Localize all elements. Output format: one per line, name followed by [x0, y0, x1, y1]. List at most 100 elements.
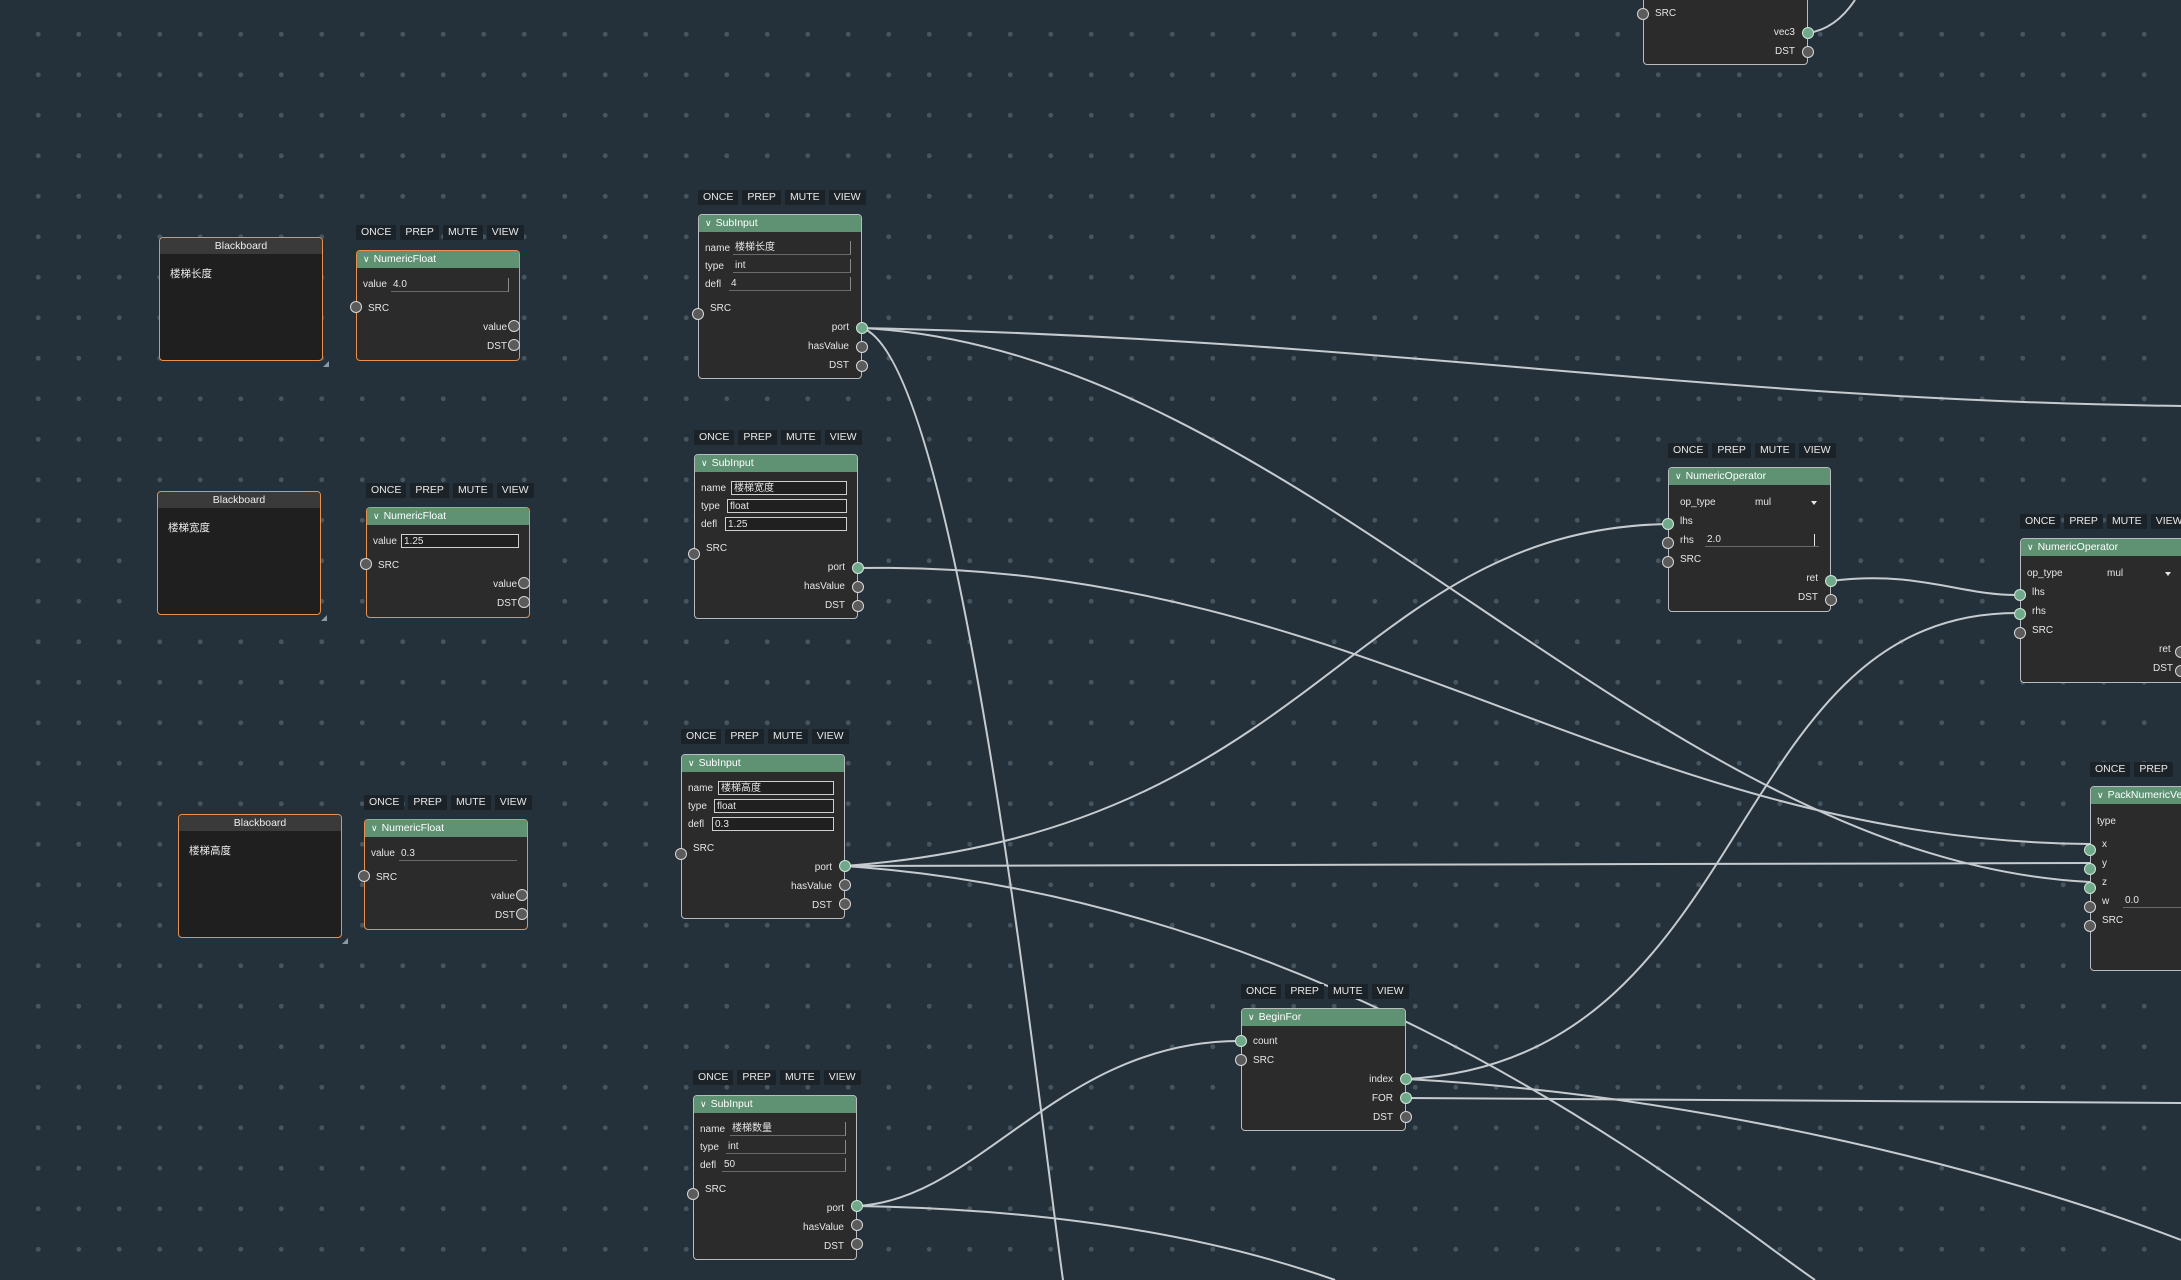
prep-button[interactable]: PREP — [1712, 443, 1751, 458]
node-body[interactable]: ∨ NumericOperator op_type mul lhs rhs SRC… — [2020, 538, 2181, 683]
name-input[interactable]: 楼梯长度 — [733, 241, 851, 255]
type-input[interactable]: float — [714, 799, 834, 813]
numeric-float-node-2[interactable]: ONCE PREP MUTE VIEW ∨ NumericFloat value … — [360, 483, 534, 623]
chevron-down-icon[interactable]: ∨ — [700, 1096, 707, 1113]
rhs-socket[interactable] — [1662, 537, 1674, 549]
view-button[interactable]: VIEW — [486, 225, 524, 240]
node-header[interactable]: ∨ SubInput — [682, 755, 844, 772]
type-input[interactable]: int — [726, 1140, 846, 1154]
dst-socket[interactable] — [2175, 665, 2181, 677]
dst-socket[interactable] — [851, 1238, 863, 1250]
port-socket[interactable] — [852, 562, 864, 574]
prep-button[interactable]: PREP — [1285, 984, 1324, 999]
chevron-down-icon[interactable]: ∨ — [1675, 468, 1682, 485]
src-socket[interactable] — [358, 870, 370, 882]
has-value-socket[interactable] — [852, 581, 864, 593]
has-value-socket[interactable] — [851, 1219, 863, 1231]
defl-input[interactable]: 0.3 — [712, 817, 834, 831]
prep-button[interactable]: PREP — [410, 483, 449, 498]
chevron-down-icon[interactable]: ∨ — [2097, 787, 2104, 804]
prep-button[interactable]: PREP — [725, 729, 764, 744]
node-header[interactable]: ∨ NumericOperator — [1669, 468, 1830, 485]
mute-button[interactable]: MUTE — [442, 225, 483, 240]
view-button[interactable]: VIEW — [494, 795, 532, 810]
prep-button[interactable]: PREP — [737, 1070, 776, 1085]
once-button[interactable]: ONCE — [1668, 443, 1709, 458]
z-socket[interactable] — [2084, 882, 2096, 894]
view-button[interactable]: VIEW — [811, 729, 849, 744]
has-value-socket[interactable] — [856, 341, 868, 353]
rhs-socket[interactable] — [2014, 608, 2026, 620]
count-socket[interactable] — [1235, 1035, 1247, 1047]
once-button[interactable]: ONCE — [698, 190, 739, 205]
mute-button[interactable]: MUTE — [779, 1070, 820, 1085]
defl-input[interactable]: 4 — [729, 277, 851, 291]
node-body[interactable]: ∨ NumericFloat value 1.25 SRC value DST — [366, 507, 530, 618]
chevron-down-icon[interactable]: ∨ — [688, 755, 695, 772]
view-button[interactable]: VIEW — [2150, 514, 2181, 529]
node-header[interactable]: ∨ SubInput — [695, 455, 857, 472]
node-header[interactable]: ∨ PackNumericVec — [2091, 787, 2181, 804]
mute-button[interactable]: MUTE — [452, 483, 493, 498]
port-socket[interactable] — [856, 322, 868, 334]
type-input[interactable]: float — [727, 499, 847, 513]
sub-input-node-3[interactable]: ONCE PREP MUTE VIEW ∨ SubInput name 楼梯高度 … — [675, 729, 851, 919]
mute-button[interactable]: MUTE — [1754, 443, 1795, 458]
once-button[interactable]: ONCE — [2090, 762, 2131, 777]
once-button[interactable]: ONCE — [681, 729, 722, 744]
index-socket[interactable] — [1400, 1073, 1412, 1085]
prep-button[interactable]: PREP — [2064, 514, 2103, 529]
for-socket[interactable] — [1400, 1092, 1412, 1104]
src-socket[interactable] — [1662, 556, 1674, 568]
once-button[interactable]: ONCE — [694, 430, 735, 445]
rhs-input[interactable]: 2.0 — [1705, 533, 1819, 547]
begin-for-node[interactable]: ONCE PREP MUTE VIEW ∨ BeginFor count SRC … — [1235, 984, 1412, 1134]
node-body[interactable]: SRC vec3 DST — [1643, 0, 1808, 65]
prep-button[interactable]: PREP — [742, 190, 781, 205]
chevron-down-icon[interactable]: ∨ — [705, 215, 712, 232]
resize-handle-icon[interactable] — [342, 938, 348, 944]
view-button[interactable]: VIEW — [828, 190, 866, 205]
dst-socket[interactable] — [1825, 594, 1837, 606]
node-header[interactable]: ∨ BeginFor — [1242, 1009, 1405, 1026]
src-socket[interactable] — [687, 1188, 699, 1200]
node-body[interactable]: ∨ NumericFloat value 0.3 SRC value DST — [364, 819, 528, 930]
dst-socket[interactable] — [516, 908, 528, 920]
chevron-down-icon[interactable]: ∨ — [373, 508, 380, 525]
w-socket[interactable] — [2084, 901, 2096, 913]
node-header[interactable]: ∨ NumericFloat — [367, 508, 529, 525]
src-socket[interactable] — [360, 558, 372, 570]
blackboard-2[interactable]: Blackboard 楼梯宽度 — [157, 491, 327, 621]
resize-handle-icon[interactable] — [323, 361, 329, 367]
has-value-socket[interactable] — [839, 879, 851, 891]
numeric-operator-node-2[interactable]: ONCE PREP MUTE VIEW ∨ NumericOperator op_… — [2014, 514, 2181, 686]
dst-socket[interactable] — [839, 898, 851, 910]
node-body[interactable]: ∨ BeginFor count SRC index FOR DST — [1241, 1008, 1406, 1131]
mute-button[interactable]: MUTE — [780, 430, 821, 445]
y-socket[interactable] — [2084, 863, 2096, 875]
lhs-socket[interactable] — [2014, 589, 2026, 601]
prep-button[interactable]: PREP — [408, 795, 447, 810]
once-button[interactable]: ONCE — [2020, 514, 2061, 529]
dropdown-arrow-icon[interactable] — [2165, 572, 2171, 576]
src-socket[interactable] — [1235, 1054, 1247, 1066]
mute-button[interactable]: MUTE — [767, 729, 808, 744]
node-body[interactable]: ∨ SubInput name 楼梯长度 type int defl 4 SRC … — [698, 214, 862, 379]
node-body[interactable]: ∨ SubInput name 楼梯宽度 type float defl 1.25… — [694, 454, 858, 619]
src-socket[interactable] — [350, 301, 362, 313]
once-button[interactable]: ONCE — [366, 483, 407, 498]
src-socket[interactable] — [692, 308, 704, 320]
defl-input[interactable]: 50 — [722, 1158, 846, 1172]
top-clipped-node[interactable]: SRC vec3 DST — [1637, 0, 1814, 66]
value-input[interactable]: 1.25 — [401, 534, 519, 548]
defl-input[interactable]: 1.25 — [725, 517, 847, 531]
port-socket[interactable] — [851, 1200, 863, 1212]
value-input[interactable]: 4.0 — [391, 278, 509, 292]
node-header[interactable]: ∨ NumericOperator — [2021, 539, 2181, 556]
numeric-float-node-1[interactable]: ONCE PREP MUTE VIEW ∨ NumericFloat value … — [350, 225, 524, 365]
type-input[interactable]: int — [733, 259, 851, 273]
dst-socket[interactable] — [1802, 46, 1814, 58]
once-button[interactable]: ONCE — [693, 1070, 734, 1085]
once-button[interactable]: ONCE — [1241, 984, 1282, 999]
dst-socket[interactable] — [508, 339, 520, 351]
